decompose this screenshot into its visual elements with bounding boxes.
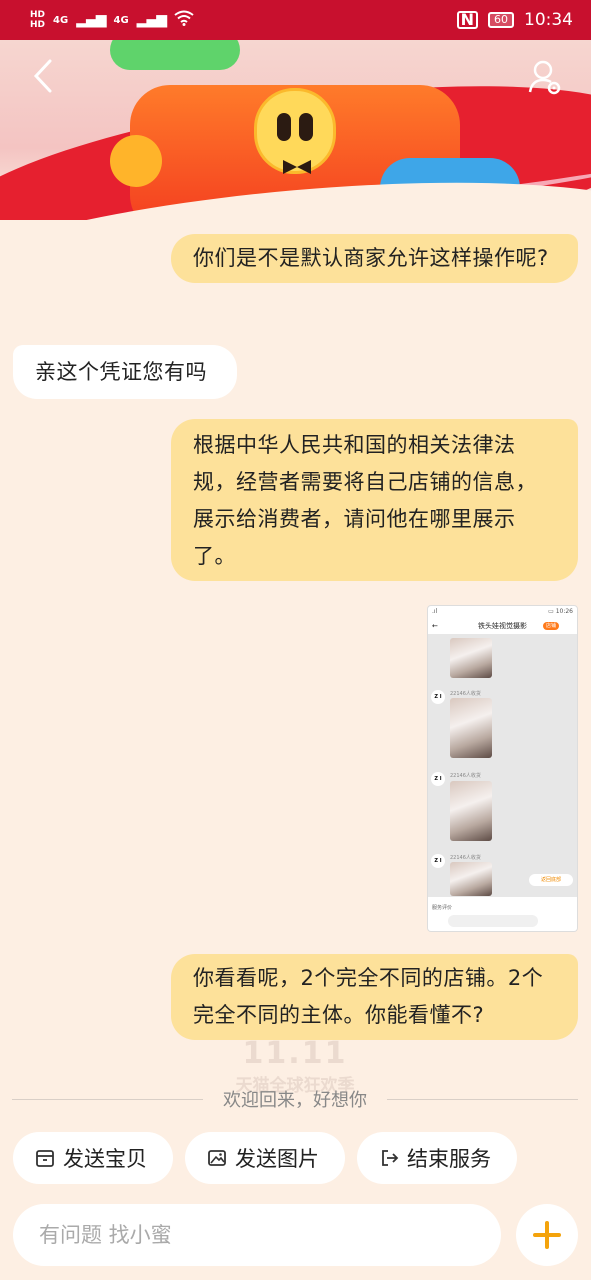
send-product-label: 发送宝贝 bbox=[63, 1147, 147, 1171]
message-bubble-sent[interactable]: 根据中华人民共和国的相关法律法规，经营者需要将自己店铺的信息，展示给消费者，请问… bbox=[171, 419, 578, 581]
chevron-left-icon bbox=[33, 59, 52, 93]
thumb-input-bar: 服务评价 bbox=[428, 897, 577, 931]
thumb-tag: 22146人收货 bbox=[450, 773, 481, 779]
message-bubble-sent[interactable]: 你看看呢，2个完全不同的店铺。2个完全不同的主体。你能看懂不? bbox=[171, 954, 578, 1040]
send-image-label: 发送图片 bbox=[235, 1147, 319, 1171]
thumb-status-bar: .ıl ▭ 10:26 bbox=[428, 606, 577, 618]
thumb-tag: 22146人收货 bbox=[450, 691, 481, 697]
plus-button[interactable] bbox=[516, 1204, 578, 1266]
hd-indicators: HD HD bbox=[30, 10, 45, 30]
thumb-row: 服务评价 bbox=[432, 905, 453, 911]
welcome-text: 欢迎回来，好想你 bbox=[223, 1090, 367, 1111]
thumb-photo bbox=[450, 781, 492, 841]
thumb-tag: 22146人收货 bbox=[450, 855, 481, 861]
send-image-button[interactable]: 发送图片 bbox=[185, 1132, 345, 1184]
exit-icon bbox=[382, 1150, 399, 1166]
thumb-header: ← 铁头娃视觉摄影 店铺 bbox=[428, 618, 577, 634]
status-left: HD HD 4G ▂▄▆ 4G ▂▄▆ bbox=[30, 10, 194, 30]
network-label-1: 4G bbox=[53, 14, 69, 26]
message-bubble-received[interactable]: 亲这个凭证您有吗 bbox=[13, 345, 237, 399]
clock: 10:34 bbox=[524, 10, 573, 30]
box-icon bbox=[36, 1150, 54, 1167]
welcome-divider: 欢迎回来，好想你 bbox=[12, 1085, 578, 1113]
divider-line bbox=[387, 1098, 578, 1100]
status-right: N 60 10:34 bbox=[456, 10, 573, 30]
message-text: 亲这个凭证您有吗 bbox=[35, 360, 207, 384]
watermark-mark: 11.11 bbox=[242, 1036, 348, 1071]
thumb-badge: 店铺 bbox=[542, 622, 559, 630]
thumb-avatar: Z I bbox=[431, 772, 445, 786]
thumb-title: 铁头娃视觉摄影 bbox=[478, 622, 527, 630]
message-text: 根据中华人民共和国的相关法律法规，经营者需要将自己店铺的信息，展示给消费者，请问… bbox=[193, 433, 537, 568]
hd-label-2: HD bbox=[30, 20, 46, 30]
divider-line bbox=[12, 1098, 203, 1100]
wifi-icon bbox=[174, 10, 194, 30]
user-settings-icon bbox=[528, 60, 561, 95]
nfc-icon: N bbox=[456, 11, 478, 29]
banner-green-shape bbox=[110, 40, 240, 70]
status-bar: HD HD 4G ▂▄▆ 4G ▂▄▆ N 60 10:34 bbox=[0, 0, 591, 40]
image-message[interactable]: .ıl ▭ 10:26 ← 铁头娃视觉摄影 店铺 Z I 22146人收货 Z I… bbox=[427, 605, 578, 932]
header-banner bbox=[0, 40, 591, 220]
profile-settings-button[interactable] bbox=[528, 58, 564, 98]
thumb-photo bbox=[450, 862, 492, 896]
end-service-label: 结束服务 bbox=[407, 1147, 491, 1171]
image-icon bbox=[208, 1150, 226, 1166]
network-label-2: 4G bbox=[113, 14, 129, 26]
banner-yellow-circle bbox=[110, 135, 162, 187]
battery-icon: 60 bbox=[488, 12, 514, 28]
message-text: 你们是不是默认商家允许这样操作呢? bbox=[193, 246, 549, 270]
thumb-photo bbox=[450, 638, 492, 678]
thumb-avatar: Z I bbox=[431, 854, 445, 868]
thumb-pill: 返回底部 bbox=[529, 874, 573, 886]
back-button[interactable] bbox=[32, 58, 62, 98]
thumb-back-icon: ← bbox=[432, 622, 438, 630]
message-text: 你看看呢，2个完全不同的店铺。2个完全不同的主体。你能看懂不? bbox=[193, 966, 544, 1027]
signal-icon: ▂▄▆ bbox=[76, 12, 106, 28]
message-bubble-sent[interactable]: 你们是不是默认商家允许这样操作呢? bbox=[171, 234, 578, 283]
end-service-button[interactable]: 结束服务 bbox=[357, 1132, 517, 1184]
hd-label-1: HD bbox=[30, 10, 46, 20]
thumb-photo bbox=[450, 698, 492, 758]
send-product-button[interactable]: 发送宝贝 bbox=[13, 1132, 173, 1184]
message-input[interactable] bbox=[13, 1204, 501, 1266]
thumb-input bbox=[448, 915, 538, 927]
thumb-avatar: Z I bbox=[431, 690, 445, 704]
signal-icon-2: ▂▄▆ bbox=[136, 12, 167, 28]
tmall-mascot-icon bbox=[254, 88, 336, 174]
